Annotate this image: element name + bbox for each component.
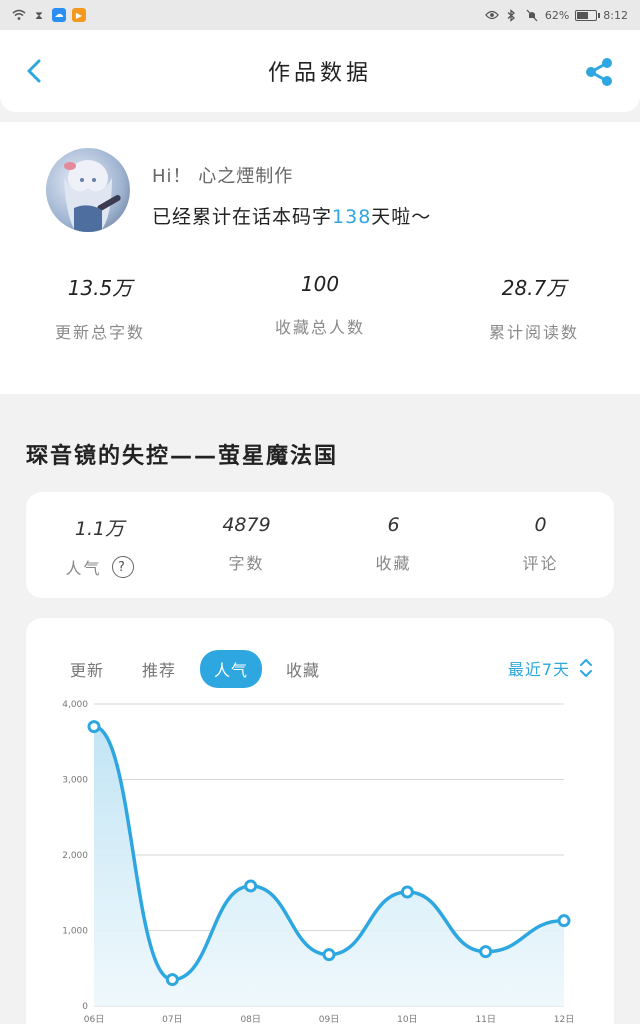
y-tick-label: 1,000 xyxy=(62,927,88,937)
stat-label: 累计阅读数 xyxy=(488,323,579,342)
book-stat-popularity: 1.1万 人气 ? xyxy=(26,514,173,579)
x-tick-label: 06日 xyxy=(84,1014,104,1024)
x-tick-label: 11日 xyxy=(475,1014,495,1024)
y-tick-label: 2,000 xyxy=(62,851,88,861)
data-point xyxy=(244,879,258,893)
back-icon[interactable] xyxy=(22,58,48,84)
stat-total-favorites: 100 收藏总人数 xyxy=(220,272,420,338)
tab-recommend[interactable]: 推荐 xyxy=(128,650,190,688)
video-app-icon: ▶ xyxy=(72,8,86,22)
bluetooth-icon xyxy=(505,8,519,22)
stat-value: 1.1万 xyxy=(74,518,125,540)
area-fill xyxy=(94,726,564,1006)
stat-value: 0 xyxy=(534,514,547,536)
book-stats-card: 1.1万 人气 ? 4879 字数 6 收藏 0 评论 xyxy=(26,492,614,598)
stat-value: 100 xyxy=(300,272,340,296)
data-point xyxy=(479,945,493,959)
stat-total-reads: 28.7万 累计阅读数 xyxy=(434,272,634,343)
data-point xyxy=(322,948,336,962)
battery-icon xyxy=(575,9,601,21)
y-tick-label: 3,000 xyxy=(62,776,88,786)
x-tick-label: 12日 xyxy=(554,1014,574,1024)
battery-fill xyxy=(577,11,588,19)
range-label: 最近7天 xyxy=(507,660,570,679)
range-selector[interactable]: 最近7天 xyxy=(508,656,594,680)
nav-bar: 作品数据 xyxy=(0,30,640,112)
status-left: ⧗ ☁ ▶ xyxy=(12,8,86,22)
mute-bell-icon xyxy=(525,8,539,22)
stat-label: 收藏总人数 xyxy=(274,318,365,337)
book-stat-comments: 0 评论 xyxy=(467,514,614,574)
stat-total-words: 13.5万 更新总字数 xyxy=(0,272,200,343)
tab-favorites[interactable]: 收藏 xyxy=(272,650,334,688)
chart-card: 0 1,000 2,000 3,000 4,000 06日 07日 08日 09日 10日 11日 1… xyxy=(26,618,614,1024)
tab-update[interactable]: 更新 xyxy=(56,650,118,688)
stat-value: 6 xyxy=(387,514,400,536)
stat-value: 4879 xyxy=(222,514,271,536)
help-icon[interactable]: ? xyxy=(111,556,134,578)
page-title: 作品数据 xyxy=(267,61,372,86)
data-point xyxy=(165,973,179,987)
battery-percent: 62% xyxy=(544,8,570,22)
x-tick-label: 10日 xyxy=(397,1014,417,1024)
wifi-icon xyxy=(12,8,26,22)
tab-popularity[interactable]: 人气 xyxy=(200,650,263,688)
stat-label: 更新总字数 xyxy=(54,323,145,342)
cloud-app-icon: ☁ xyxy=(52,8,66,22)
stat-value: 13.5万 xyxy=(67,276,133,300)
y-tick-label: 4,000 xyxy=(62,700,88,710)
x-tick-label: 07日 xyxy=(162,1014,182,1024)
writing-days-text: 已经累计在话本码字138天啦～ xyxy=(152,202,431,229)
book-stat-favorites: 6 收藏 xyxy=(320,514,467,574)
book-title[interactable]: 琛音镜的失控——萤星魔法国 xyxy=(26,438,338,470)
stat-label: 字数 xyxy=(228,554,265,573)
data-point xyxy=(87,720,101,734)
status-right: 62% 8:12 xyxy=(484,8,628,22)
clock: 8:12 xyxy=(603,8,628,22)
book-stat-words: 4879 字数 xyxy=(173,514,320,574)
x-tick-label: 08日 xyxy=(240,1014,260,1024)
hourglass-icon: ⧗ xyxy=(35,8,43,22)
eye-icon xyxy=(484,8,499,22)
stat-label-row: 人气 ? xyxy=(65,555,134,579)
stat-label: 人气 xyxy=(65,559,102,578)
avatar[interactable] xyxy=(46,148,130,232)
days-value: 138 xyxy=(332,206,372,228)
y-tick-label: 0 xyxy=(82,1002,88,1012)
days-prefix: 已经累计在话本码字 xyxy=(152,206,333,228)
series-line xyxy=(93,724,565,982)
data-point xyxy=(400,885,414,899)
chevron-up-down-icon xyxy=(580,658,592,678)
days-suffix: 天啦～ xyxy=(371,206,432,228)
greeting-text: Hi！ 心之煙制作 xyxy=(152,166,294,187)
author-profile: Hi！ 心之煙制作 已经累计在话本码字138天啦～ 13.5万 更新总字数 10… xyxy=(0,122,640,394)
stat-label: 评论 xyxy=(522,554,559,573)
stat-label: 收藏 xyxy=(375,554,412,573)
status-bar: ⧗ ☁ ▶ 62% 8:12 xyxy=(0,0,640,30)
x-tick-label: 09日 xyxy=(319,1014,339,1024)
data-point xyxy=(557,914,571,928)
share-icon[interactable] xyxy=(584,57,614,87)
stat-value: 28.7万 xyxy=(501,276,567,300)
chart-tabs: 更新 推荐 人气 收藏 xyxy=(56,650,334,688)
